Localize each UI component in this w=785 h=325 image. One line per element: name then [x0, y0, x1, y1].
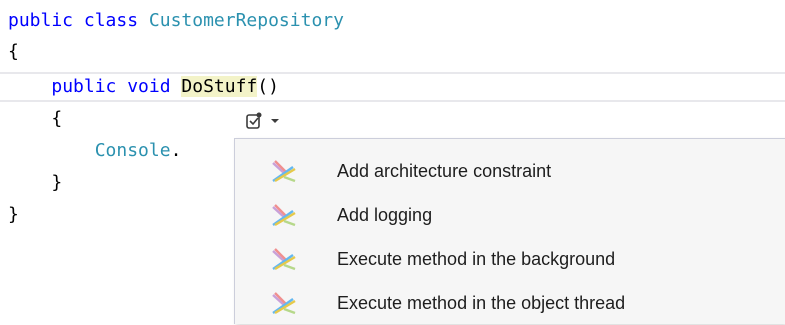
menu-item-add-logging[interactable]: Add logging: [235, 193, 785, 237]
code-line-3: public void DoStuff(): [8, 74, 279, 100]
member-dot: .: [170, 140, 182, 161]
class-name: CustomerRepository: [148, 10, 344, 31]
quick-actions-button[interactable]: [240, 106, 300, 136]
code-line-7: }: [8, 202, 19, 228]
menu-item-label: Add architecture constraint: [337, 160, 552, 181]
code-line-5: Console.: [8, 138, 182, 164]
close-brace: }: [51, 172, 63, 193]
postsharp-aspect-icon: [269, 288, 299, 318]
keyword: public class: [8, 10, 139, 31]
quick-actions-menu: Add architecture constraint Add logging: [234, 138, 785, 324]
menu-item-label: Execute method in the object thread: [337, 292, 626, 313]
menu-item-add-architecture-constraint[interactable]: Add architecture constraint: [235, 149, 785, 193]
chevron-down-icon: [270, 117, 280, 125]
quick-action-icon: [244, 111, 264, 131]
postsharp-aspect-icon: [269, 156, 299, 186]
open-brace: {: [51, 108, 63, 129]
code-line-4: {: [8, 106, 62, 132]
menu-item-execute-in-background[interactable]: Execute method in the background: [235, 237, 785, 281]
menu-item-label: Add logging: [337, 204, 433, 225]
open-brace: {: [8, 41, 19, 62]
method-parens: (): [257, 76, 279, 97]
keyword: public void: [51, 76, 171, 97]
code-line-1: public class CustomerRepository: [8, 8, 344, 34]
postsharp-aspect-icon: [269, 200, 299, 230]
code-line-2: {: [8, 39, 19, 65]
code-editor[interactable]: public class CustomerRepository { public…: [0, 0, 785, 324]
type-name: Console: [94, 140, 171, 161]
menu-item-execute-in-object-thread[interactable]: Execute method in the object thread: [235, 281, 785, 325]
menu-item-label: Execute method in the background: [337, 248, 616, 269]
code-line-6: }: [8, 170, 62, 196]
method-name[interactable]: DoStuff: [181, 76, 258, 97]
postsharp-aspect-icon: [269, 244, 299, 274]
close-brace: }: [8, 204, 19, 225]
